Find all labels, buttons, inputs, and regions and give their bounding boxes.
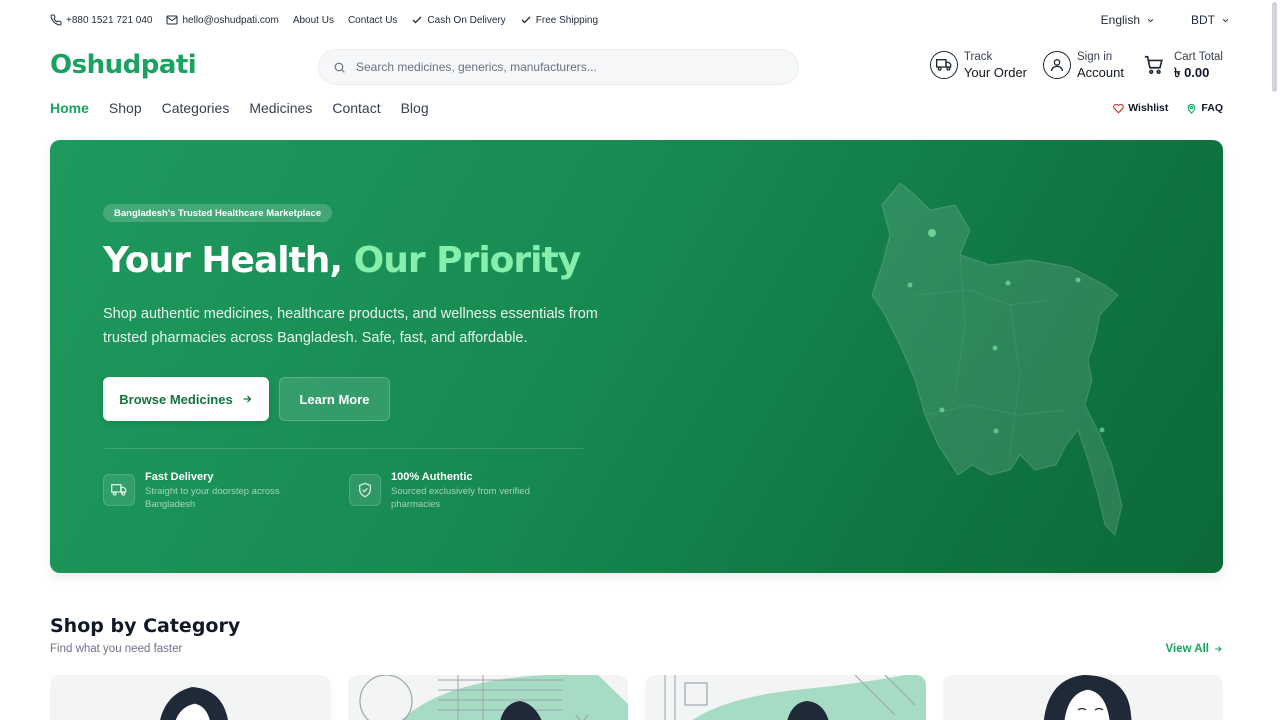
feature-title: Fast Delivery (145, 471, 214, 483)
category-section-title: Shop by Category (50, 615, 241, 637)
arrow-right-icon (243, 395, 252, 403)
nav-utility-links: Wishlist FAQ (1113, 102, 1223, 114)
office-illustration (358, 675, 628, 720)
person-illustration (160, 687, 228, 720)
track-sublabel: Your Order (963, 65, 1027, 80)
hero-badge: Bangladesh's Trusted Healthcare Marketpl… (103, 204, 333, 222)
contact-link[interactable]: Contact Us (348, 15, 397, 26)
chevron-down-icon (1222, 18, 1229, 22)
search-bar[interactable] (318, 49, 799, 85)
learn-more-button[interactable]: Learn More (279, 377, 390, 421)
account-button[interactable]: Sign in Account (1043, 50, 1124, 80)
track-order-button[interactable]: Track Your Order (929, 50, 1027, 80)
hero-title: Your Health, Our Priority (103, 240, 581, 281)
truck-icon (929, 51, 958, 79)
top-bar: +880 1521 721 040 hello@oshudpati.com Ab… (0, 0, 1280, 40)
header-actions: Track Your Order Sign in Account Cart To… (929, 50, 1223, 80)
truck-icon (103, 474, 135, 506)
wishlist-label: Wishlist (1128, 102, 1169, 114)
shipping-text: Free Shipping (535, 14, 599, 26)
top-bar-settings: English BDT (1101, 13, 1230, 27)
page-scrollbar[interactable] (1272, 2, 1277, 92)
shipping-badge: Free Shipping (520, 14, 598, 26)
nav-medicines[interactable]: Medicines (249, 100, 312, 116)
search-icon (334, 62, 345, 73)
view-all-link[interactable]: View All (1166, 643, 1223, 655)
phone-icon (50, 14, 62, 26)
cod-text: Cash On Delivery (427, 14, 506, 26)
top-bar-contacts: +880 1521 721 040 hello@oshudpati.com Ab… (50, 14, 598, 26)
nav-home[interactable]: Home (50, 100, 89, 116)
phone-text: +880 1521 721 040 (66, 14, 153, 26)
user-icon (1043, 51, 1071, 79)
main-header: Oshudpati Track Your Order Sign in Accou… (0, 44, 1280, 92)
hero-description: Shop authentic medicines, healthcare pro… (103, 306, 598, 346)
clinic-illustration (664, 675, 926, 720)
nav-blog[interactable]: Blog (401, 100, 429, 116)
arrow-right-icon (1215, 646, 1222, 652)
main-nav: Home Shop Categories Medicines Contact B… (50, 100, 429, 116)
search-input[interactable] (356, 60, 776, 74)
category-card[interactable] (942, 675, 1223, 720)
wishlist-link[interactable]: Wishlist (1113, 102, 1168, 114)
signin-label: Sign in (1077, 51, 1113, 63)
heart-icon (1113, 103, 1125, 113)
category-card[interactable] (645, 675, 926, 720)
about-link[interactable]: About Us (293, 15, 334, 26)
browse-medicines-label: Browse Medicines (119, 391, 233, 407)
language-value: English (1100, 13, 1140, 27)
faq-label: FAQ (1201, 102, 1223, 114)
mail-icon (166, 15, 178, 25)
cart-label: Cart Total (1173, 51, 1223, 63)
feature-desc: Straight to your doorstep across Banglad… (145, 486, 280, 510)
hero-divider (103, 448, 583, 449)
currency-dropdown[interactable]: BDT (1191, 13, 1230, 27)
hero-banner: Bangladesh's Trusted Healthcare Marketpl… (50, 140, 1223, 573)
map-pin-icon (1188, 103, 1196, 114)
cart-icon (1140, 51, 1168, 79)
category-section-subtitle: Find what you need faster (50, 643, 183, 655)
browse-medicines-button[interactable]: Browse Medicines (103, 377, 269, 421)
feature-fast-delivery: Fast Delivery Straight to your doorstep … (103, 470, 305, 511)
bangladesh-map-illustration (871, 182, 1123, 537)
shield-check-icon (349, 474, 381, 506)
site-logo[interactable]: Oshudpati (50, 50, 197, 80)
view-all-label: View All (1165, 643, 1209, 655)
category-card[interactable] (50, 675, 331, 720)
nav-shop[interactable]: Shop (109, 100, 142, 116)
currency-value: BDT (1191, 13, 1215, 27)
cod-badge: Cash On Delivery (411, 14, 506, 26)
track-label: Track (963, 51, 993, 63)
cart-total: ৳ 0.00 (1173, 65, 1210, 80)
check-icon (412, 16, 422, 24)
category-card[interactable] (347, 675, 628, 720)
category-cards (50, 675, 1223, 720)
hero-title-main: Your Health, (103, 240, 343, 281)
faq-link[interactable]: FAQ (1186, 102, 1223, 114)
nav-categories[interactable]: Categories (162, 100, 230, 116)
phone-link[interactable]: +880 1521 721 040 (50, 14, 152, 26)
feature-authentic: 100% Authentic Sourced exclusively from … (349, 470, 551, 511)
nav-contact[interactable]: Contact (332, 100, 380, 116)
hero-title-highlight: Our Priority (353, 240, 581, 281)
woman-illustration (1043, 675, 1131, 720)
feature-desc: Sourced exclusively from verified pharma… (391, 486, 530, 510)
email-text: hello@oshudpati.com (182, 14, 279, 26)
email-link[interactable]: hello@oshudpati.com (166, 14, 279, 26)
account-sublabel: Account (1077, 65, 1124, 80)
cart-button[interactable]: Cart Total ৳ 0.00 (1140, 50, 1223, 80)
chevron-down-icon (1147, 18, 1154, 22)
feature-title: 100% Authentic (391, 471, 473, 483)
check-icon (521, 16, 531, 24)
language-dropdown[interactable]: English (1101, 13, 1155, 27)
